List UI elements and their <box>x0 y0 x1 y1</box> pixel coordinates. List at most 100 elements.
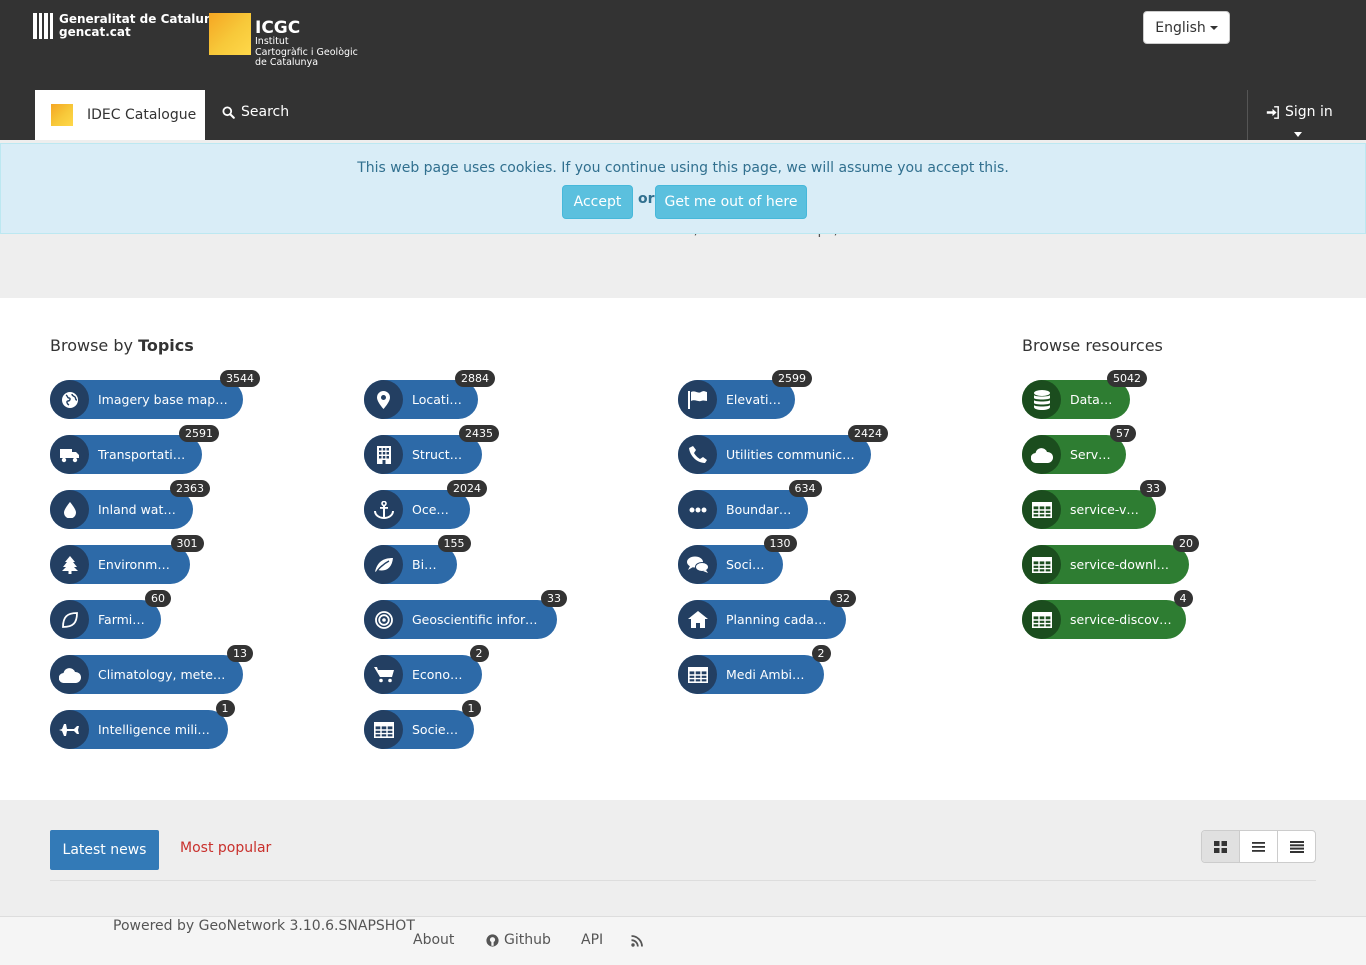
nav-catalogue[interactable]: IDEC Catalogue <box>35 90 205 140</box>
table-icon <box>1022 490 1061 529</box>
nav-signin[interactable]: Sign in <box>1247 90 1366 140</box>
topic-pill[interactable]: Climatology, meteor... 13 <box>50 645 253 694</box>
browse-topics-bold: Topics <box>138 336 194 355</box>
rss-icon <box>631 935 643 947</box>
topic-label: Biota <box>412 557 445 572</box>
topic-pill[interactable]: Societat 1 <box>364 700 481 749</box>
nav-catalogue-label: IDEC Catalogue <box>87 107 197 123</box>
building-icon <box>364 435 403 474</box>
topic-pill[interactable]: Medi Ambient 2 <box>678 645 831 694</box>
icgc-title: ICGC <box>255 18 301 38</box>
topic-pill[interactable]: Environment 301 <box>50 535 204 584</box>
topic-pill[interactable]: Transportation 2591 <box>50 425 219 474</box>
topic-count-badge: 2424 <box>848 425 888 442</box>
language-label: English <box>1155 19 1206 36</box>
topic-count-badge: 2 <box>469 645 489 662</box>
topic-label: Location <box>412 392 465 407</box>
topic-pill[interactable]: Farming 60 <box>50 590 171 639</box>
tab-most-popular[interactable]: Most popular <box>180 840 271 856</box>
topic-pill[interactable]: Oceans 2024 <box>364 480 487 529</box>
topic-pill[interactable]: Structure 2435 <box>364 425 499 474</box>
footer-github-label: Github <box>504 932 551 948</box>
topic-count-badge: 3544 <box>220 370 260 387</box>
topic-count-badge: 155 <box>437 535 471 552</box>
truck-icon <box>50 435 89 474</box>
topic-pill[interactable]: Geoscientific inform... 33 <box>364 590 567 639</box>
news-section <box>0 800 1366 916</box>
list-icon <box>1252 841 1265 852</box>
topic-pill[interactable]: Imagery base maps ... 3544 <box>50 370 260 419</box>
topic-pill[interactable]: Society 130 <box>678 535 797 584</box>
icgc-logo[interactable]: ICGC Institut Cartogràfic i Geològic de … <box>209 13 358 69</box>
topic-pill[interactable]: Elevation 2599 <box>678 370 812 419</box>
news-divider <box>50 880 1316 881</box>
table-list-icon <box>1289 840 1304 853</box>
topic-label: Environment <box>98 557 178 572</box>
topic-count-badge: 301 <box>170 535 204 552</box>
cloud-icon <box>1022 435 1061 474</box>
comments-icon <box>678 545 717 584</box>
github-icon <box>486 933 499 947</box>
gencat-logo[interactable]: Generalitat de Catalunya gencat.cat <box>33 13 228 39</box>
sign-in-icon <box>1266 105 1279 119</box>
topic-pill[interactable]: Inland waters 2363 <box>50 480 210 529</box>
globe-icon <box>50 380 89 419</box>
topic-pill[interactable]: Economy 2 <box>364 645 489 694</box>
flag-icon <box>678 380 717 419</box>
footer-api-link[interactable]: API <box>581 932 603 948</box>
topic-count-badge: 634 <box>788 480 822 497</box>
footer-rss-link[interactable] <box>631 935 643 947</box>
topic-pill[interactable]: Utilities communica... 2424 <box>678 425 888 474</box>
view-mode-toggle <box>1201 830 1316 863</box>
anchor-icon <box>364 490 403 529</box>
plane-icon <box>50 710 89 749</box>
home-icon <box>678 600 717 639</box>
resource-pill[interactable]: Dataset 5042 <box>1022 370 1147 419</box>
tree-icon <box>50 545 89 584</box>
footer-about-link[interactable]: About <box>413 932 454 948</box>
topic-label: Farming <box>98 612 149 627</box>
view-table-button[interactable] <box>1277 831 1315 862</box>
icgc-subtitle-1: Institut <box>255 36 289 47</box>
topic-pill[interactable]: Intelligence military 1 <box>50 700 235 749</box>
drop-icon <box>50 490 89 529</box>
topic-label: Elevation <box>726 392 785 407</box>
resource-pill[interactable]: service-download 20 <box>1022 535 1199 584</box>
nav-search[interactable]: Search <box>222 104 289 120</box>
cookie-leave-button[interactable]: Get me out of here <box>655 185 807 219</box>
resource-count-badge: 5042 <box>1107 370 1147 387</box>
footer-about-label: About <box>413 932 455 948</box>
topic-pill[interactable]: Planning cadastre 32 <box>678 590 856 639</box>
topic-pill[interactable]: Location 2884 <box>364 370 495 419</box>
topic-label: Climatology, meteor... <box>98 667 237 682</box>
caret-down-icon <box>1294 132 1302 137</box>
topic-label: Economy <box>412 667 470 682</box>
topic-count-badge: 2599 <box>772 370 812 387</box>
caret-down-icon <box>1209 25 1218 30</box>
topic-pill[interactable]: Boundaries 634 <box>678 480 822 529</box>
icgc-logo-icon <box>209 13 251 55</box>
topic-label: Structure <box>412 447 471 462</box>
leaf-icon <box>364 545 403 584</box>
resource-count-badge: 4 <box>1173 590 1193 607</box>
topic-label: Utilities communica... <box>726 447 862 462</box>
language-dropdown[interactable]: English <box>1143 11 1230 44</box>
topic-count-badge: 60 <box>145 590 171 607</box>
topic-count-badge: 2363 <box>170 480 210 497</box>
resource-pill[interactable]: Service 57 <box>1022 425 1136 474</box>
cookie-accept-button[interactable]: Accept <box>562 185 633 219</box>
footer-github-link[interactable]: Github <box>486 932 551 948</box>
topic-pill[interactable]: Biota 155 <box>364 535 471 584</box>
resource-label: Dataset <box>1070 392 1119 407</box>
topic-count-badge: 2 <box>811 645 831 662</box>
topic-count-badge: 33 <box>541 590 567 607</box>
topic-count-badge: 1 <box>215 700 235 717</box>
view-grid-button[interactable] <box>1202 831 1239 862</box>
browse-resources-title: Browse resources <box>1022 336 1163 355</box>
topic-label: Boundaries <box>726 502 797 517</box>
resource-pill[interactable]: service-view 33 <box>1022 480 1166 529</box>
view-list-button[interactable] <box>1239 831 1277 862</box>
tab-latest-news[interactable]: Latest news <box>50 830 159 870</box>
resource-pill[interactable]: service-discovery 4 <box>1022 590 1193 639</box>
topic-label: Imagery base maps ... <box>98 392 238 407</box>
